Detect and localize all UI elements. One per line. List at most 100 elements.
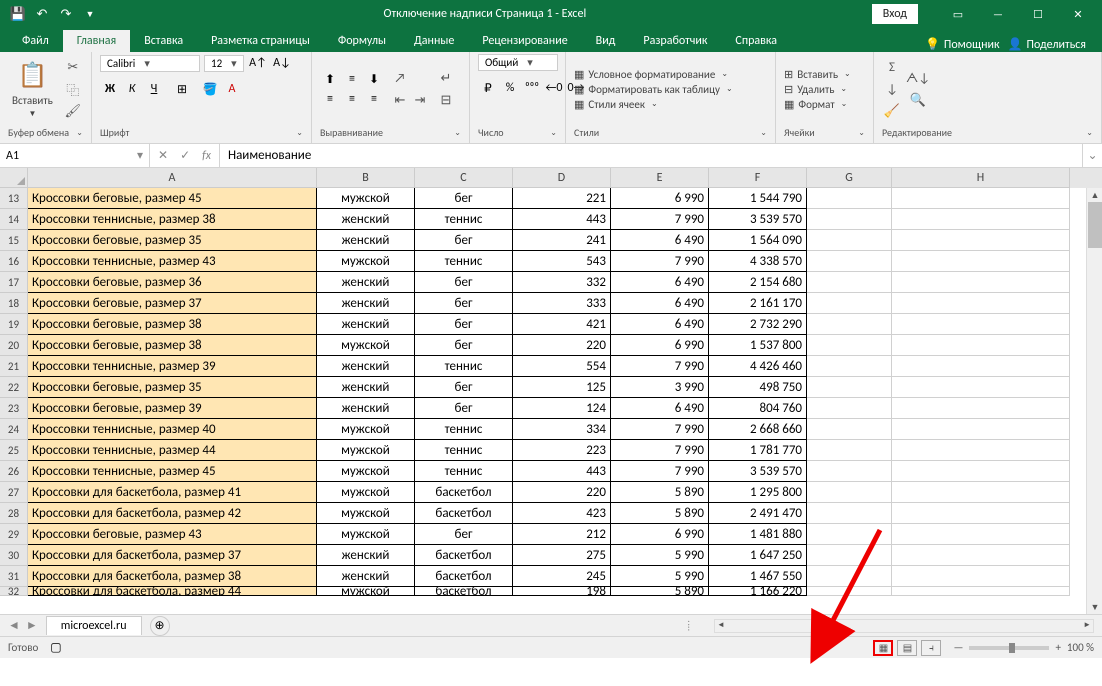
cell[interactable]: баскетбол xyxy=(415,482,513,503)
close-icon[interactable]: ✕ xyxy=(1058,0,1098,28)
minimize-icon[interactable]: — xyxy=(978,0,1018,28)
cell[interactable]: женский xyxy=(317,566,415,587)
cell[interactable]: мужской xyxy=(317,587,415,596)
italic-button[interactable]: К xyxy=(122,80,142,98)
cell[interactable]: теннис xyxy=(415,251,513,272)
cell[interactable]: 6 990 xyxy=(611,188,709,209)
cell[interactable]: Кроссовки беговые, размер 37 xyxy=(28,293,317,314)
row-header[interactable]: 27 xyxy=(0,482,28,503)
cell[interactable]: мужской xyxy=(317,461,415,482)
cell[interactable]: женский xyxy=(317,398,415,419)
cell[interactable]: 6 490 xyxy=(611,230,709,251)
cell[interactable] xyxy=(892,566,1070,587)
merge-icon[interactable]: ⊟ xyxy=(436,90,456,110)
cell[interactable]: 220 xyxy=(513,335,611,356)
sheet-nav-next-icon[interactable]: ► xyxy=(26,618,38,633)
cell[interactable]: женский xyxy=(317,209,415,230)
cell[interactable] xyxy=(892,587,1070,596)
cell[interactable]: 1 647 250 xyxy=(709,545,807,566)
page-break-view-button[interactable]: ⫞ xyxy=(921,640,941,656)
comma-icon[interactable]: ⁰⁰⁰ xyxy=(522,79,542,97)
cell[interactable]: 804 760 xyxy=(709,398,807,419)
cell[interactable]: Кроссовки беговые, размер 45 xyxy=(28,188,317,209)
increase-indent-icon[interactable]: ⇥ xyxy=(410,90,430,110)
name-box[interactable]: A1 ▾ xyxy=(0,144,150,167)
cell[interactable]: Кроссовки теннисные, размер 45 xyxy=(28,461,317,482)
cell[interactable]: 3 539 570 xyxy=(709,461,807,482)
row-header[interactable]: 24 xyxy=(0,419,28,440)
cell[interactable]: 3 539 570 xyxy=(709,209,807,230)
save-icon[interactable]: 💾 xyxy=(10,6,26,22)
cell[interactable]: Кроссовки теннисные, размер 38 xyxy=(28,209,317,230)
cell[interactable]: 6 490 xyxy=(611,293,709,314)
cell[interactable] xyxy=(807,482,892,503)
cell[interactable]: 443 xyxy=(513,209,611,230)
tab-help[interactable]: Справка xyxy=(721,30,791,52)
cell[interactable]: женский xyxy=(317,293,415,314)
align-center-icon[interactable]: ≡ xyxy=(342,90,362,108)
cell[interactable] xyxy=(892,293,1070,314)
tab-insert[interactable]: Вставка xyxy=(130,30,197,52)
cell[interactable]: Кроссовки беговые, размер 38 xyxy=(28,314,317,335)
cell[interactable] xyxy=(807,251,892,272)
sort-filter-icon[interactable]: ᗅ↓ xyxy=(908,68,928,88)
cell[interactable]: Кроссовки для баскетбола, размер 38 xyxy=(28,566,317,587)
cell[interactable]: 221 xyxy=(513,188,611,209)
cell[interactable]: 5 990 xyxy=(611,566,709,587)
cell[interactable]: 1 467 550 xyxy=(709,566,807,587)
cell[interactable]: мужской xyxy=(317,335,415,356)
sheet-nav-prev-icon[interactable]: ◄ xyxy=(8,618,20,633)
cell[interactable] xyxy=(807,230,892,251)
row-header[interactable]: 28 xyxy=(0,503,28,524)
cell[interactable]: Кроссовки теннисные, размер 40 xyxy=(28,419,317,440)
cell[interactable]: мужской xyxy=(317,440,415,461)
normal-view-button[interactable]: ▦ xyxy=(873,640,893,656)
format-as-table-button[interactable]: ▦Форматировать как таблицу xyxy=(574,83,733,96)
align-middle-icon[interactable]: ≡ xyxy=(342,70,362,88)
align-right-icon[interactable]: ≡ xyxy=(364,90,384,108)
cell[interactable] xyxy=(892,377,1070,398)
cell[interactable]: Кроссовки беговые, размер 35 xyxy=(28,377,317,398)
cell[interactable]: Кроссовки для баскетбола, размер 41 xyxy=(28,482,317,503)
row-header[interactable]: 16 xyxy=(0,251,28,272)
cell[interactable]: 7 990 xyxy=(611,440,709,461)
cell[interactable]: бег xyxy=(415,272,513,293)
row-header[interactable]: 29 xyxy=(0,524,28,545)
cell[interactable]: Кроссовки беговые, размер 35 xyxy=(28,230,317,251)
cell[interactable]: Кроссовки беговые, размер 38 xyxy=(28,335,317,356)
increase-font-icon[interactable]: A↑ xyxy=(248,54,268,72)
cell[interactable]: теннис xyxy=(415,209,513,230)
page-layout-view-button[interactable]: ▤ xyxy=(897,640,917,656)
row-header[interactable]: 32 xyxy=(0,587,28,596)
font-name-dropdown[interactable]: Calibri ▾ xyxy=(100,55,200,72)
cell[interactable]: 421 xyxy=(513,314,611,335)
cell[interactable] xyxy=(892,419,1070,440)
cell[interactable] xyxy=(807,377,892,398)
cell[interactable] xyxy=(807,587,892,596)
cell[interactable]: 443 xyxy=(513,461,611,482)
zoom-in-button[interactable]: + xyxy=(1055,641,1060,654)
cell[interactable] xyxy=(892,314,1070,335)
cell[interactable]: мужской xyxy=(317,524,415,545)
cell[interactable]: женский xyxy=(317,314,415,335)
fx-icon[interactable]: fx xyxy=(202,149,211,163)
row-header[interactable]: 23 xyxy=(0,398,28,419)
enter-formula-icon[interactable]: ✓ xyxy=(180,148,190,163)
cell[interactable]: Кроссовки теннисные, размер 39 xyxy=(28,356,317,377)
cell[interactable]: 6 990 xyxy=(611,524,709,545)
cell[interactable]: Кроссовки для баскетбола, размер 42 xyxy=(28,503,317,524)
row-header[interactable]: 25 xyxy=(0,440,28,461)
cell[interactable]: бег xyxy=(415,188,513,209)
cell[interactable]: 220 xyxy=(513,482,611,503)
cell[interactable]: 241 xyxy=(513,230,611,251)
column-header-e[interactable]: E xyxy=(611,168,709,188)
cell[interactable]: 6 490 xyxy=(611,272,709,293)
insert-cells-button[interactable]: ⊞Вставить xyxy=(784,68,851,81)
tab-formulas[interactable]: Формулы xyxy=(324,30,400,52)
horizontal-scrollbar[interactable] xyxy=(714,619,1094,633)
cell[interactable] xyxy=(892,356,1070,377)
undo-icon[interactable]: ↶ xyxy=(34,6,50,22)
cell[interactable]: Кроссовки для баскетбола, размер 37 xyxy=(28,545,317,566)
cell[interactable]: 498 750 xyxy=(709,377,807,398)
cell[interactable]: 1 537 800 xyxy=(709,335,807,356)
